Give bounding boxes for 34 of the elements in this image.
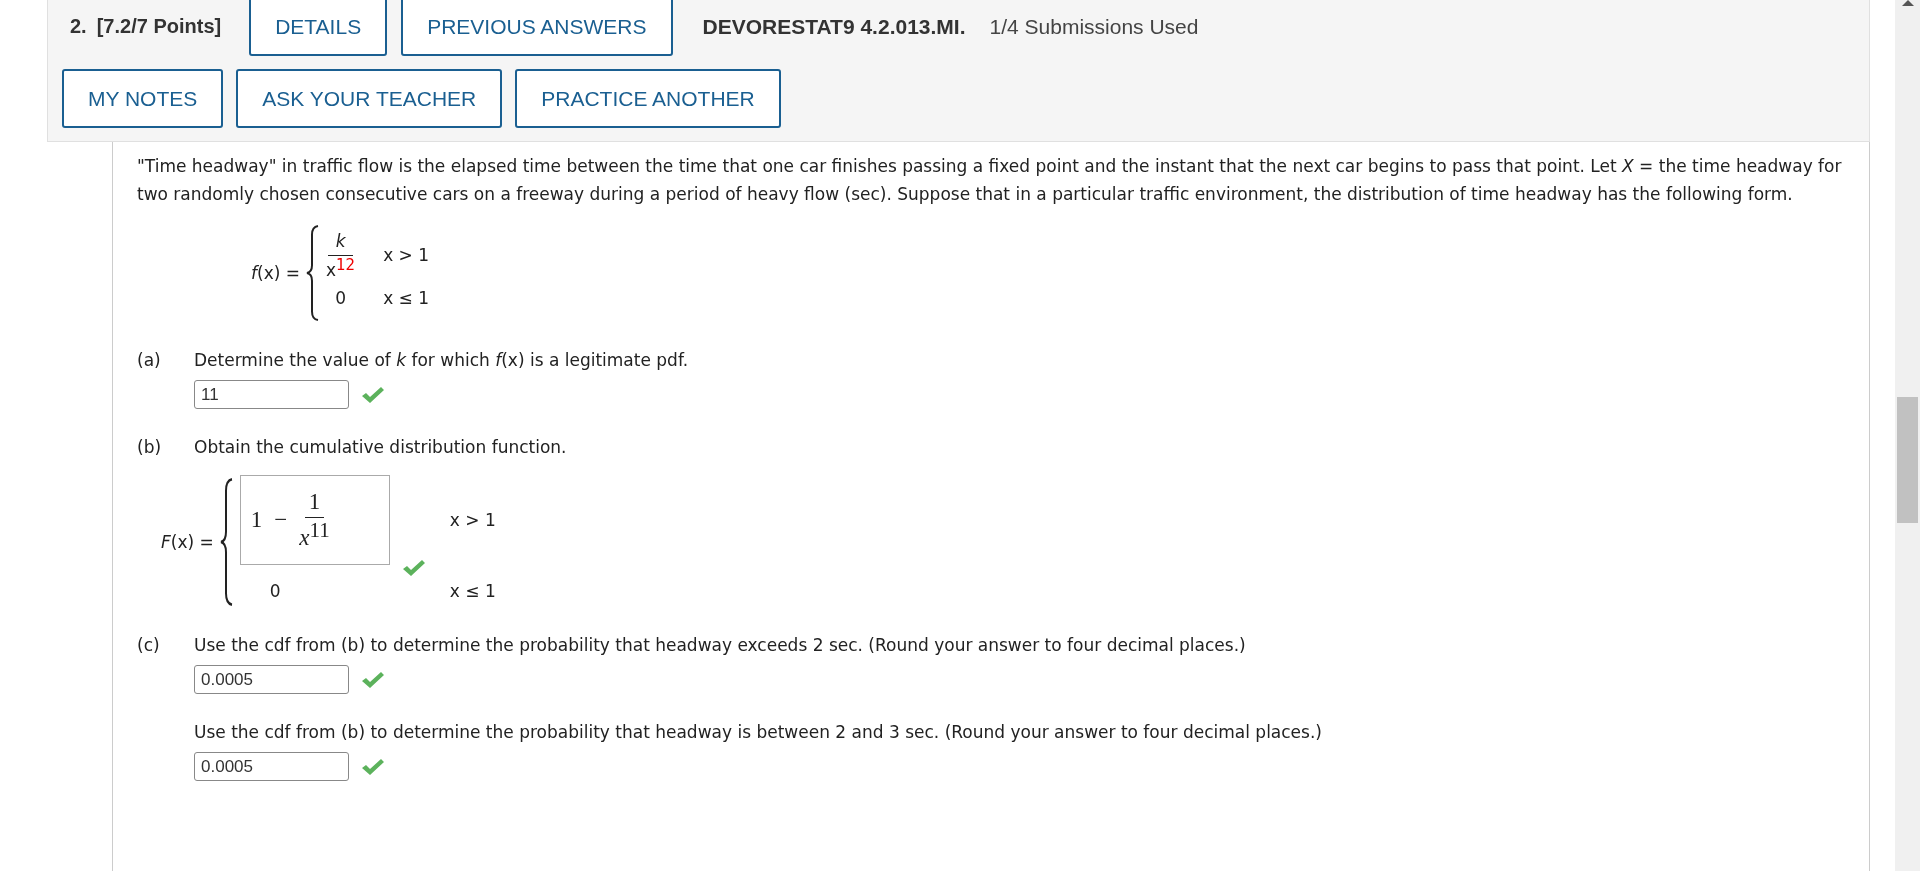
header-button[interactable]: DETAILS	[249, 0, 388, 56]
part-prompt: Use the cdf from (b) to determine the probability that headway exceeds 2 sec. (Round your answer to four decimal places.)	[194, 634, 1246, 657]
submissions-label: 1/4 Submissions Used	[989, 14, 1199, 39]
scroll-up-icon[interactable]	[1902, 0, 1914, 6]
case-condition: x > 1	[383, 245, 430, 265]
case-value: 0	[268, 580, 281, 603]
brace-icon	[219, 478, 234, 606]
function-label: F(x) =	[161, 532, 214, 552]
part-prompt: Use the cdf from (b) to determine the probability that headway is between 2 and 3 sec. (Round your answer to four decimal places.)	[194, 721, 1322, 744]
scrollbar[interactable]	[1895, 0, 1920, 871]
answer-field[interactable]: 0.0005	[194, 752, 349, 781]
part-prompt: Determine the value of k for which f(x) is a legitimate pdf.	[194, 349, 689, 372]
header-button[interactable]: MY NOTES	[62, 69, 224, 128]
case-condition: x ≤ 1	[383, 287, 430, 308]
header-button[interactable]: PREVIOUS ANSWERS	[401, 0, 673, 56]
header-button[interactable]: PRACTICE ANOTHER	[515, 69, 781, 128]
header-button[interactable]: ASK YOUR TEACHER	[236, 69, 503, 128]
question-text: "Time headway" in traffic flow is the elapsed time between the time that one car finishes passing a fixed point and the instant that the next car begins to pass that point. Let X = the time headway for two randomly chosen consecutive cars on a freeway during a period of heavy flow (sec). Suppose that in a particular traffic environment, the distribution of time headway has the following form.	[137, 155, 1843, 206]
case-value: 0	[335, 286, 346, 310]
points-label: [7.2/7 Points]	[96, 15, 222, 38]
case-condition: x ≤ 1	[449, 581, 496, 601]
part-label: (a)	[137, 349, 162, 372]
answer-field[interactable]: 11	[194, 380, 349, 409]
part-label: (c)	[137, 634, 161, 657]
part-label: (b)	[137, 436, 163, 459]
function-label: f(x) =	[251, 263, 300, 283]
case-condition: x > 1	[449, 510, 496, 530]
fraction-expression: k x$^{12}$	[326, 230, 356, 280]
brace-icon	[306, 225, 320, 321]
scrollbar-thumb[interactable]	[1897, 397, 1918, 523]
question-number: 2.	[70, 15, 87, 38]
question-code: DEVORESTAT9 4.2.013.MI.	[702, 14, 966, 39]
part-prompt: Obtain the cumulative distribution function.	[194, 436, 567, 459]
answer-field[interactable]: 0.0005	[194, 665, 349, 694]
